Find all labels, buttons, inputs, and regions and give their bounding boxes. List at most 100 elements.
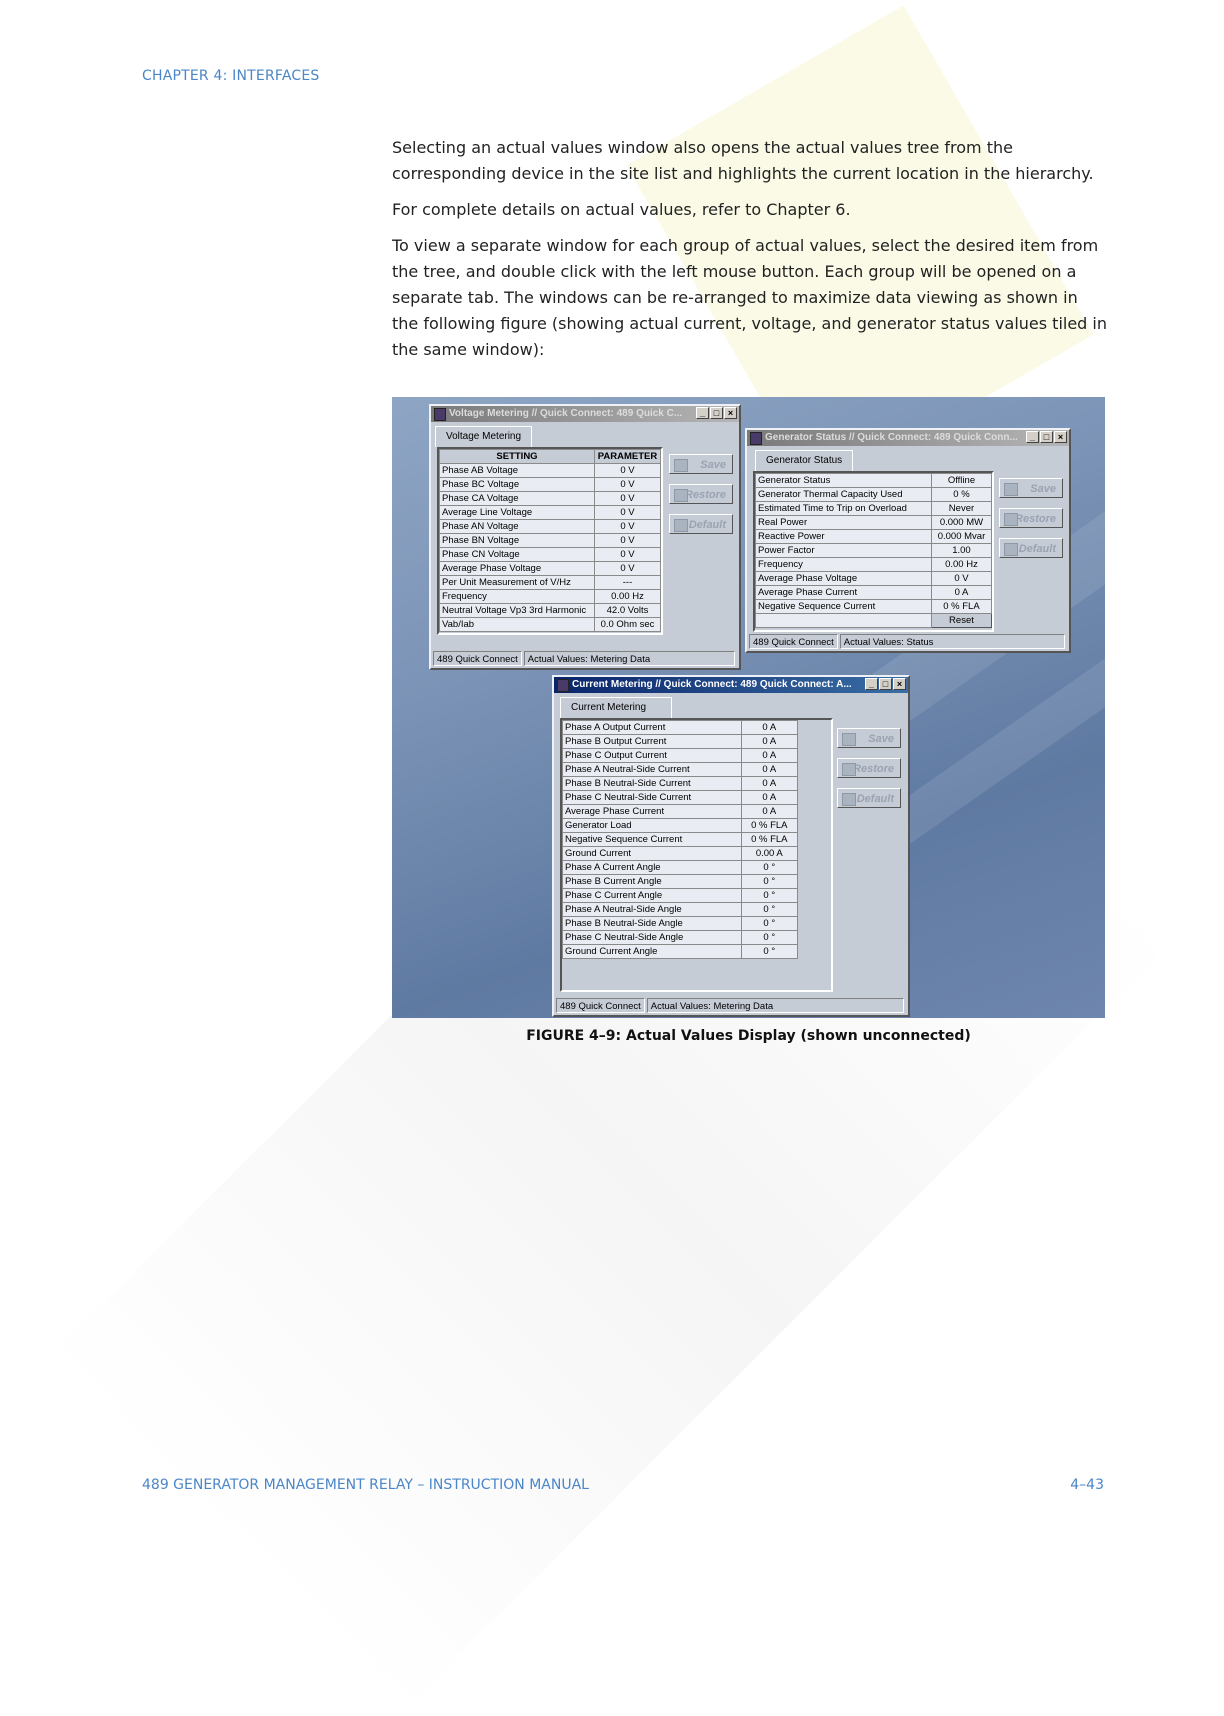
restore-button[interactable]: Restore bbox=[669, 484, 733, 504]
row-value: 0.00 A bbox=[740, 846, 799, 861]
paragraph: To view a separate window for each group… bbox=[392, 236, 1107, 359]
column-header: SETTING bbox=[439, 449, 595, 464]
tab-voltage-metering[interactable]: Voltage Metering bbox=[435, 426, 533, 447]
table-row: Average Phase Voltage 0 V bbox=[439, 561, 661, 576]
row-value: --- bbox=[594, 575, 661, 590]
row-value: Never bbox=[930, 501, 993, 516]
status-bar: 489 Quick Connect Actual Values: Meterin… bbox=[433, 651, 737, 666]
restore-button[interactable]: Restore bbox=[837, 758, 901, 778]
row-label: Ground Current Angle bbox=[562, 944, 742, 959]
row-value: 0.00 Hz bbox=[594, 589, 661, 604]
row-label: Average Phase Voltage bbox=[439, 561, 595, 576]
status-bar: 489 Quick Connect Actual Values: Meterin… bbox=[556, 998, 906, 1013]
footer-manual-title: 489 GENERATOR MANAGEMENT RELAY – INSTRUC… bbox=[142, 1477, 589, 1493]
save-button[interactable]: Save bbox=[837, 728, 901, 748]
restore-icon bbox=[842, 763, 856, 776]
table-row: Phase C Current Angle 0 ° bbox=[562, 888, 799, 903]
row-label: Phase A Neutral-Side Current bbox=[562, 762, 742, 777]
status-context: Actual Values: Metering Data bbox=[646, 998, 904, 1013]
current-metering-window[interactable]: Current Metering // Quick Connect: 489 Q… bbox=[552, 675, 910, 1017]
app-icon bbox=[434, 408, 446, 421]
table-row: Phase A Neutral-Side Current 0 A bbox=[562, 762, 799, 777]
row-value: 0 V bbox=[594, 561, 661, 576]
close-button[interactable]: × bbox=[724, 407, 737, 419]
row-value: 42.0 Volts bbox=[594, 603, 661, 618]
maximize-button[interactable]: □ bbox=[879, 678, 892, 690]
save-button[interactable]: Save bbox=[669, 454, 733, 474]
generator-status-window[interactable]: Generator Status // Quick Connect: 489 Q… bbox=[745, 428, 1071, 653]
row-value: 0 A bbox=[740, 720, 799, 735]
default-button[interactable]: Default bbox=[669, 514, 733, 534]
row-label: Generator Load bbox=[562, 818, 742, 833]
window-title-bar[interactable]: Current Metering // Quick Connect: 489 Q… bbox=[554, 677, 908, 693]
close-button[interactable]: × bbox=[1054, 431, 1067, 443]
row-value: 0 V bbox=[594, 477, 661, 492]
row-value: 0 V bbox=[594, 519, 661, 534]
row-value: 0 % FLA bbox=[740, 832, 799, 847]
row-label: Per Unit Measurement of V/Hz bbox=[439, 575, 595, 590]
maximize-button[interactable]: □ bbox=[1040, 431, 1053, 443]
row-value: 0 V bbox=[594, 533, 661, 548]
save-icon bbox=[674, 459, 688, 472]
table-row: Generator Status Offline bbox=[755, 473, 993, 488]
row-label: Phase AB Voltage bbox=[439, 463, 595, 478]
row-value: 0 V bbox=[594, 547, 661, 562]
page-number: 4–43 bbox=[1070, 1477, 1104, 1493]
table-row: Frequency 0.00 Hz bbox=[439, 589, 661, 604]
window-title-bar[interactable]: Generator Status // Quick Connect: 489 Q… bbox=[747, 430, 1069, 446]
paragraph: For complete details on actual values, r… bbox=[392, 200, 851, 219]
tab-generator-status[interactable]: Generator Status bbox=[755, 450, 854, 471]
status-device: 489 Quick Connect bbox=[556, 998, 645, 1013]
maximize-button[interactable]: □ bbox=[710, 407, 723, 419]
row-value: 0 ° bbox=[740, 874, 799, 889]
save-icon bbox=[842, 733, 856, 746]
save-icon bbox=[1004, 483, 1018, 496]
table-row: Average Phase Voltage 0 V bbox=[755, 571, 993, 586]
row-value: Offline bbox=[930, 473, 993, 488]
table-row: Phase C Neutral-Side Angle 0 ° bbox=[562, 930, 799, 945]
table-row: Phase B Output Current 0 A bbox=[562, 734, 799, 749]
row-value: 0 % FLA bbox=[930, 599, 993, 614]
voltage-metering-window[interactable]: Voltage Metering // Quick Connect: 489 Q… bbox=[429, 404, 741, 670]
table-row: Generator Load 0 % FLA bbox=[562, 818, 799, 833]
voltage-grid: SETTING PARAMETER Phase AB Voltage 0 V Pha… bbox=[437, 447, 663, 635]
status-bar: 489 Quick Connect Actual Values: Status bbox=[749, 634, 1067, 649]
table-row: Neutral Voltage Vp3 3rd Harmonic 42.0 Vol… bbox=[439, 603, 661, 618]
default-icon bbox=[842, 793, 856, 806]
row-label: Phase CN Voltage bbox=[439, 547, 595, 562]
table-row: Frequency 0.00 Hz bbox=[755, 557, 993, 572]
table-row: Reactive Power 0.000 Mvar bbox=[755, 529, 993, 544]
table-row: Phase A Output Current 0 A bbox=[562, 720, 799, 735]
default-button[interactable]: Default bbox=[837, 788, 901, 808]
row-label: Power Factor bbox=[755, 543, 932, 558]
row-value: 0 ° bbox=[740, 888, 799, 903]
minimize-button[interactable]: _ bbox=[696, 407, 709, 419]
window-title-bar[interactable]: Voltage Metering // Quick Connect: 489 Q… bbox=[431, 406, 739, 422]
close-button[interactable]: × bbox=[893, 678, 906, 690]
app-icon bbox=[750, 432, 762, 445]
status-device: 489 Quick Connect bbox=[749, 634, 838, 649]
row-label: Phase BN Voltage bbox=[439, 533, 595, 548]
default-button[interactable]: Default bbox=[999, 538, 1063, 558]
row-value: 0.000 MW bbox=[930, 515, 993, 530]
table-row: Estimated Time to Trip on Overload Never bbox=[755, 501, 993, 516]
default-icon bbox=[674, 519, 688, 532]
restore-button[interactable]: Restore bbox=[999, 508, 1063, 528]
table-row: Negative Sequence Current 0 % FLA bbox=[755, 599, 993, 614]
generator-grid: Generator Status Offline Generator Thermal… bbox=[753, 471, 994, 632]
restore-icon bbox=[1004, 513, 1018, 526]
row-label: Frequency bbox=[755, 557, 932, 572]
row-label: Neutral Voltage Vp3 3rd Harmonic bbox=[439, 603, 595, 618]
save-button[interactable]: Save bbox=[999, 478, 1063, 498]
paragraph: Selecting an actual values window also o… bbox=[392, 138, 1094, 183]
row-label: Average Phase Voltage bbox=[755, 571, 932, 586]
reset-button[interactable]: Reset bbox=[930, 613, 993, 628]
row-label: Phase B Neutral-Side Current bbox=[562, 776, 742, 791]
tab-current-metering[interactable]: Current Metering bbox=[560, 697, 672, 718]
table-row: Phase A Current Angle 0 ° bbox=[562, 860, 799, 875]
row-label: Real Power bbox=[755, 515, 932, 530]
minimize-button[interactable]: _ bbox=[865, 678, 878, 690]
minimize-button[interactable]: _ bbox=[1026, 431, 1039, 443]
table-row: Power Factor 1.00 bbox=[755, 543, 993, 558]
table-row: Phase B Neutral-Side Angle 0 ° bbox=[562, 916, 799, 931]
